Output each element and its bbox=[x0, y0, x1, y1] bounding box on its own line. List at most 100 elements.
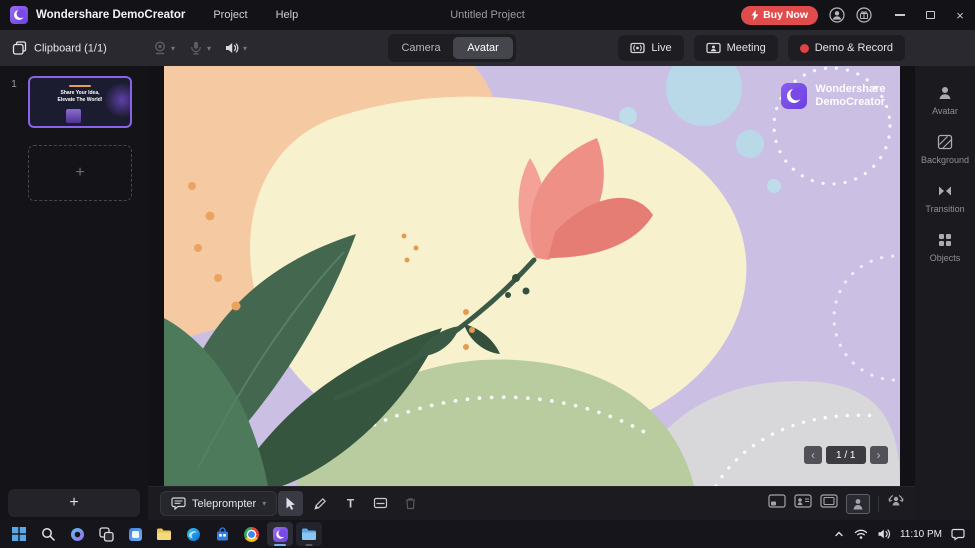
select-tool-button[interactable] bbox=[278, 491, 303, 516]
chrome-button[interactable] bbox=[238, 522, 264, 546]
prev-page-button[interactable]: ‹ bbox=[804, 446, 823, 464]
canvas-area: Wondershare DemoCreator ‹ 1 / 1 › bbox=[148, 66, 915, 486]
wifi-icon[interactable] bbox=[854, 528, 868, 540]
tab-camera[interactable]: Camera bbox=[391, 37, 451, 59]
plus-icon: + bbox=[75, 164, 85, 181]
layout-corner-avatar-icon bbox=[768, 494, 786, 508]
store-button[interactable] bbox=[209, 522, 235, 546]
avatar-switch-button[interactable] bbox=[887, 493, 905, 514]
task-view-icon bbox=[98, 526, 114, 542]
slide-thumbnail[interactable]: Share Your Idea, Elevate The World! bbox=[28, 76, 132, 128]
watermark: Wondershare DemoCreator bbox=[781, 83, 886, 110]
tray-chevron-icon[interactable] bbox=[833, 528, 845, 540]
demo-record-button[interactable]: Demo & Record bbox=[787, 35, 905, 61]
buy-now-button[interactable]: Buy Now bbox=[741, 5, 818, 25]
menu-project[interactable]: Project bbox=[213, 9, 247, 21]
clock[interactable]: 11:10 PM bbox=[900, 529, 942, 540]
add-slide-dropzone[interactable]: + bbox=[28, 145, 132, 201]
caret-down-icon[interactable]: ▾ bbox=[171, 44, 175, 53]
edge-button[interactable] bbox=[180, 522, 206, 546]
microphone-device-button[interactable]: ▾ bbox=[188, 40, 211, 56]
layout-frame-icon bbox=[820, 494, 838, 508]
layout-avatar-only-icon bbox=[853, 498, 863, 509]
panel-item-avatar[interactable]: Avatar bbox=[915, 76, 975, 125]
presentation-canvas[interactable]: Wondershare DemoCreator ‹ 1 / 1 › bbox=[163, 66, 900, 486]
add-slide-button[interactable]: + bbox=[8, 489, 140, 517]
task-view-button[interactable] bbox=[93, 522, 119, 546]
stage: Wondershare DemoCreator ‹ 1 / 1 › Telepr… bbox=[148, 66, 915, 520]
window-controls: × bbox=[885, 0, 975, 30]
layout-corner-avatar-button[interactable] bbox=[768, 494, 786, 513]
file-explorer-button[interactable] bbox=[151, 522, 177, 546]
account-icon[interactable] bbox=[829, 7, 845, 23]
whiteboard-tool-button[interactable] bbox=[368, 491, 393, 516]
toolbar-actions: Live Meeting Demo & Record bbox=[618, 35, 905, 61]
gift-icon[interactable] bbox=[856, 7, 872, 23]
thumb-presenter bbox=[66, 109, 81, 123]
caret-down-icon[interactable]: ▾ bbox=[243, 44, 247, 53]
plus-icon: + bbox=[69, 494, 79, 511]
sidebar-bottom: + bbox=[0, 486, 148, 520]
democreator-taskbar-button[interactable] bbox=[267, 522, 293, 546]
layout-frame-button[interactable] bbox=[820, 494, 838, 513]
caret-down-icon[interactable]: ▾ bbox=[262, 499, 266, 508]
layout-avatar-card-button[interactable] bbox=[794, 494, 812, 513]
slide-row: 1 Share Your Idea, Elevate The World! bbox=[0, 76, 148, 128]
speaker-device-button[interactable]: ▾ bbox=[224, 40, 247, 56]
draw-tool-button[interactable] bbox=[308, 491, 333, 516]
avatar-icon bbox=[939, 87, 951, 99]
window-folder-icon bbox=[302, 528, 316, 540]
chrome-icon bbox=[243, 526, 259, 542]
start-button[interactable] bbox=[6, 522, 32, 546]
next-page-button[interactable]: › bbox=[869, 446, 888, 464]
bottom-toolbar: Teleprompter ▾ T bbox=[148, 486, 915, 520]
cursor-icon bbox=[286, 497, 295, 510]
panel-item-background[interactable]: Background bbox=[915, 125, 975, 174]
delete-tool-button[interactable] bbox=[398, 491, 423, 516]
speech-bubble-icon bbox=[171, 497, 186, 510]
caret-down-icon[interactable]: ▾ bbox=[207, 44, 211, 53]
trash-icon bbox=[406, 498, 415, 510]
search-button[interactable] bbox=[35, 522, 61, 546]
edge-icon bbox=[186, 527, 200, 541]
webcam-icon bbox=[154, 41, 166, 55]
page-indicator: 1 / 1 bbox=[826, 446, 866, 464]
notification-icon[interactable] bbox=[951, 528, 965, 541]
lightning-icon bbox=[751, 9, 759, 21]
maximize-button[interactable] bbox=[915, 0, 945, 30]
explorer-window-button[interactable] bbox=[296, 522, 322, 546]
widgets-icon bbox=[128, 527, 142, 541]
teleprompter-button[interactable]: Teleprompter ▾ bbox=[160, 491, 278, 516]
microphone-icon bbox=[191, 41, 201, 55]
titlebar: Wondershare DemoCreator Project Help Unt… bbox=[0, 0, 975, 30]
widgets-button[interactable] bbox=[122, 522, 148, 546]
volume-icon[interactable] bbox=[877, 528, 891, 540]
menu-help[interactable]: Help bbox=[276, 9, 299, 21]
copilot-icon bbox=[70, 527, 84, 541]
watermark-text: Wondershare DemoCreator bbox=[815, 83, 886, 109]
minimize-button[interactable] bbox=[885, 0, 915, 30]
tab-avatar[interactable]: Avatar bbox=[453, 37, 513, 59]
divider bbox=[878, 495, 879, 512]
close-button[interactable]: × bbox=[945, 0, 975, 30]
camera-device-button[interactable]: ▾ bbox=[152, 40, 175, 56]
app-window: Wondershare DemoCreator Project Help Unt… bbox=[0, 0, 975, 548]
watermark-logo-icon bbox=[781, 83, 808, 110]
panel-item-transition[interactable]: Transition bbox=[915, 174, 975, 223]
slide-number: 1 bbox=[11, 79, 17, 90]
store-icon bbox=[216, 526, 228, 540]
panel-item-objects[interactable]: Objects bbox=[915, 223, 975, 272]
folder-icon bbox=[157, 528, 171, 540]
layout-avatar-card-icon bbox=[794, 494, 812, 508]
right-panel: Avatar Background Transition Objects bbox=[915, 66, 975, 520]
copilot-button[interactable] bbox=[64, 522, 90, 546]
live-button[interactable]: Live bbox=[618, 35, 684, 61]
layout-avatar-only-button[interactable] bbox=[846, 493, 870, 514]
canvas-illustration bbox=[163, 66, 900, 486]
pen-icon bbox=[314, 497, 327, 510]
text-tool-button[interactable]: T bbox=[338, 491, 363, 516]
clipboard-button[interactable]: Clipboard (1/1) bbox=[12, 41, 107, 56]
main-content: 1 Share Your Idea, Elevate The World! + … bbox=[0, 66, 975, 520]
meeting-button[interactable]: Meeting bbox=[693, 35, 778, 61]
toolbar: Clipboard (1/1) ▾ ▾ ▾ Camera Avatar Live… bbox=[0, 30, 975, 66]
